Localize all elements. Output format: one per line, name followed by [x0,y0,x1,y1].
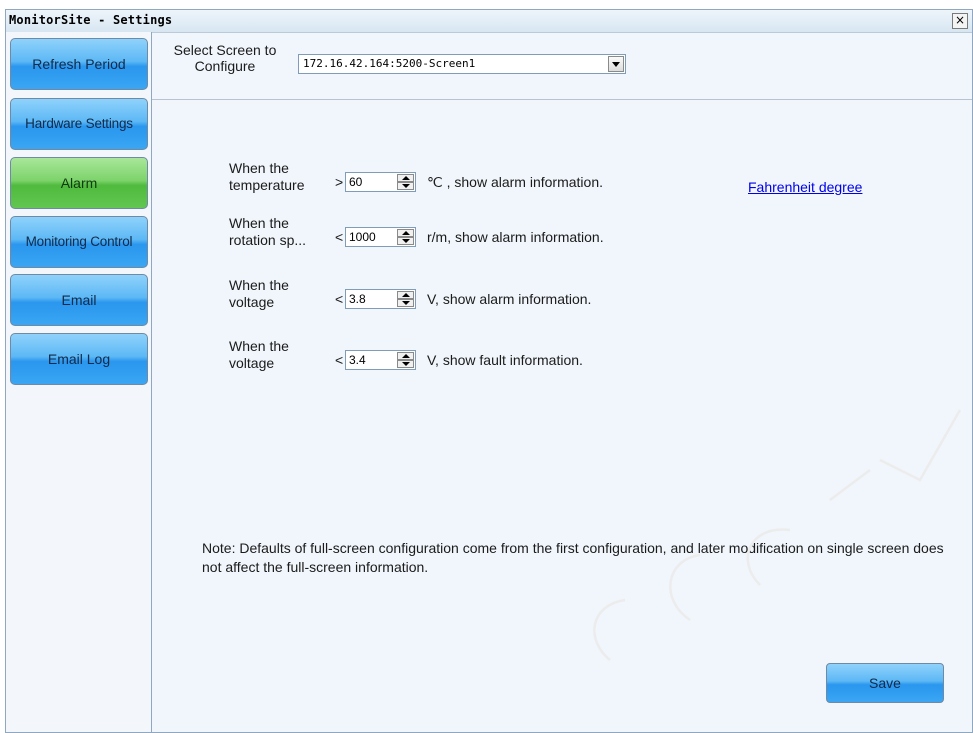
sidebar-item-monitoring-control[interactable]: Monitoring Control [10,216,148,268]
sidebar-item-refresh-period[interactable]: Refresh Period [10,38,148,90]
spin-down-icon[interactable] [397,299,414,307]
spinbox-value: 60 [349,175,363,189]
fahrenheit-degree-link[interactable]: Fahrenheit degree [748,179,862,195]
close-button[interactable]: × [952,13,968,29]
rule-label: When the voltage [229,277,289,310]
voltage-alarm-spinbox[interactable]: 3.8 [345,289,416,309]
screen-select-value: 172.16.42.164:5200-Screen1 [303,57,476,70]
spinbox-value: 1000 [349,230,376,244]
spin-buttons[interactable] [397,352,414,368]
spinbox-value: 3.8 [349,292,366,306]
title-bar: MonitorSite - Settings × [6,10,972,33]
alarm-panel: Select Screen to Configure 172.16.42.164… [152,32,972,732]
rotation-spinbox[interactable]: 1000 [345,227,416,247]
sidebar-item-alarm[interactable]: Alarm [10,157,148,209]
rule-operator: < [335,291,344,307]
configuration-note: Note: Defaults of full-screen configurat… [202,540,944,575]
voltage-fault-spinbox[interactable]: 3.4 [345,350,416,370]
sidebar-item-email-log[interactable]: Email Log [10,333,148,385]
spin-up-icon[interactable] [397,352,414,360]
rule-label: When the voltage [229,338,289,371]
screen-select-dropdown[interactable]: 172.16.42.164:5200-Screen1 [298,54,626,74]
save-button[interactable]: Save [826,663,944,703]
spin-down-icon[interactable] [397,360,414,368]
spinbox-value: 3.4 [349,353,366,367]
rule-suffix: ℃ , show alarm information. [427,174,604,190]
settings-window: MonitorSite - Settings × Refresh Period … [5,9,973,733]
window-title: MonitorSite - Settings [9,13,173,27]
sidebar: Refresh Period Hardware Settings Alarm M… [6,32,152,732]
rule-operator: < [335,229,344,245]
spin-buttons[interactable] [397,291,414,307]
rule-operator: < [335,352,344,368]
rule-label: When the temperature [229,160,305,193]
select-screen-label: Select Screen to Configure [173,42,277,74]
rule-label: When the rotation sp... [229,215,307,248]
chevron-down-icon[interactable] [608,56,624,72]
spin-buttons[interactable] [397,174,414,190]
spin-up-icon[interactable] [397,291,414,299]
spin-down-icon[interactable] [397,237,414,245]
rule-suffix: V, show fault information. [427,352,583,368]
spin-up-icon[interactable] [397,229,414,237]
spin-down-icon[interactable] [397,182,414,190]
temperature-spinbox[interactable]: 60 [345,172,416,192]
screen-select-row: Select Screen to Configure 172.16.42.164… [152,32,972,100]
sidebar-item-hardware-settings[interactable]: Hardware Settings [10,98,148,150]
spin-buttons[interactable] [397,229,414,245]
rule-operator: > [335,174,344,190]
spin-up-icon[interactable] [397,174,414,182]
sidebar-item-email[interactable]: Email [10,274,148,326]
rule-suffix: r/m, show alarm information. [427,229,604,245]
rule-suffix: V, show alarm information. [427,291,592,307]
